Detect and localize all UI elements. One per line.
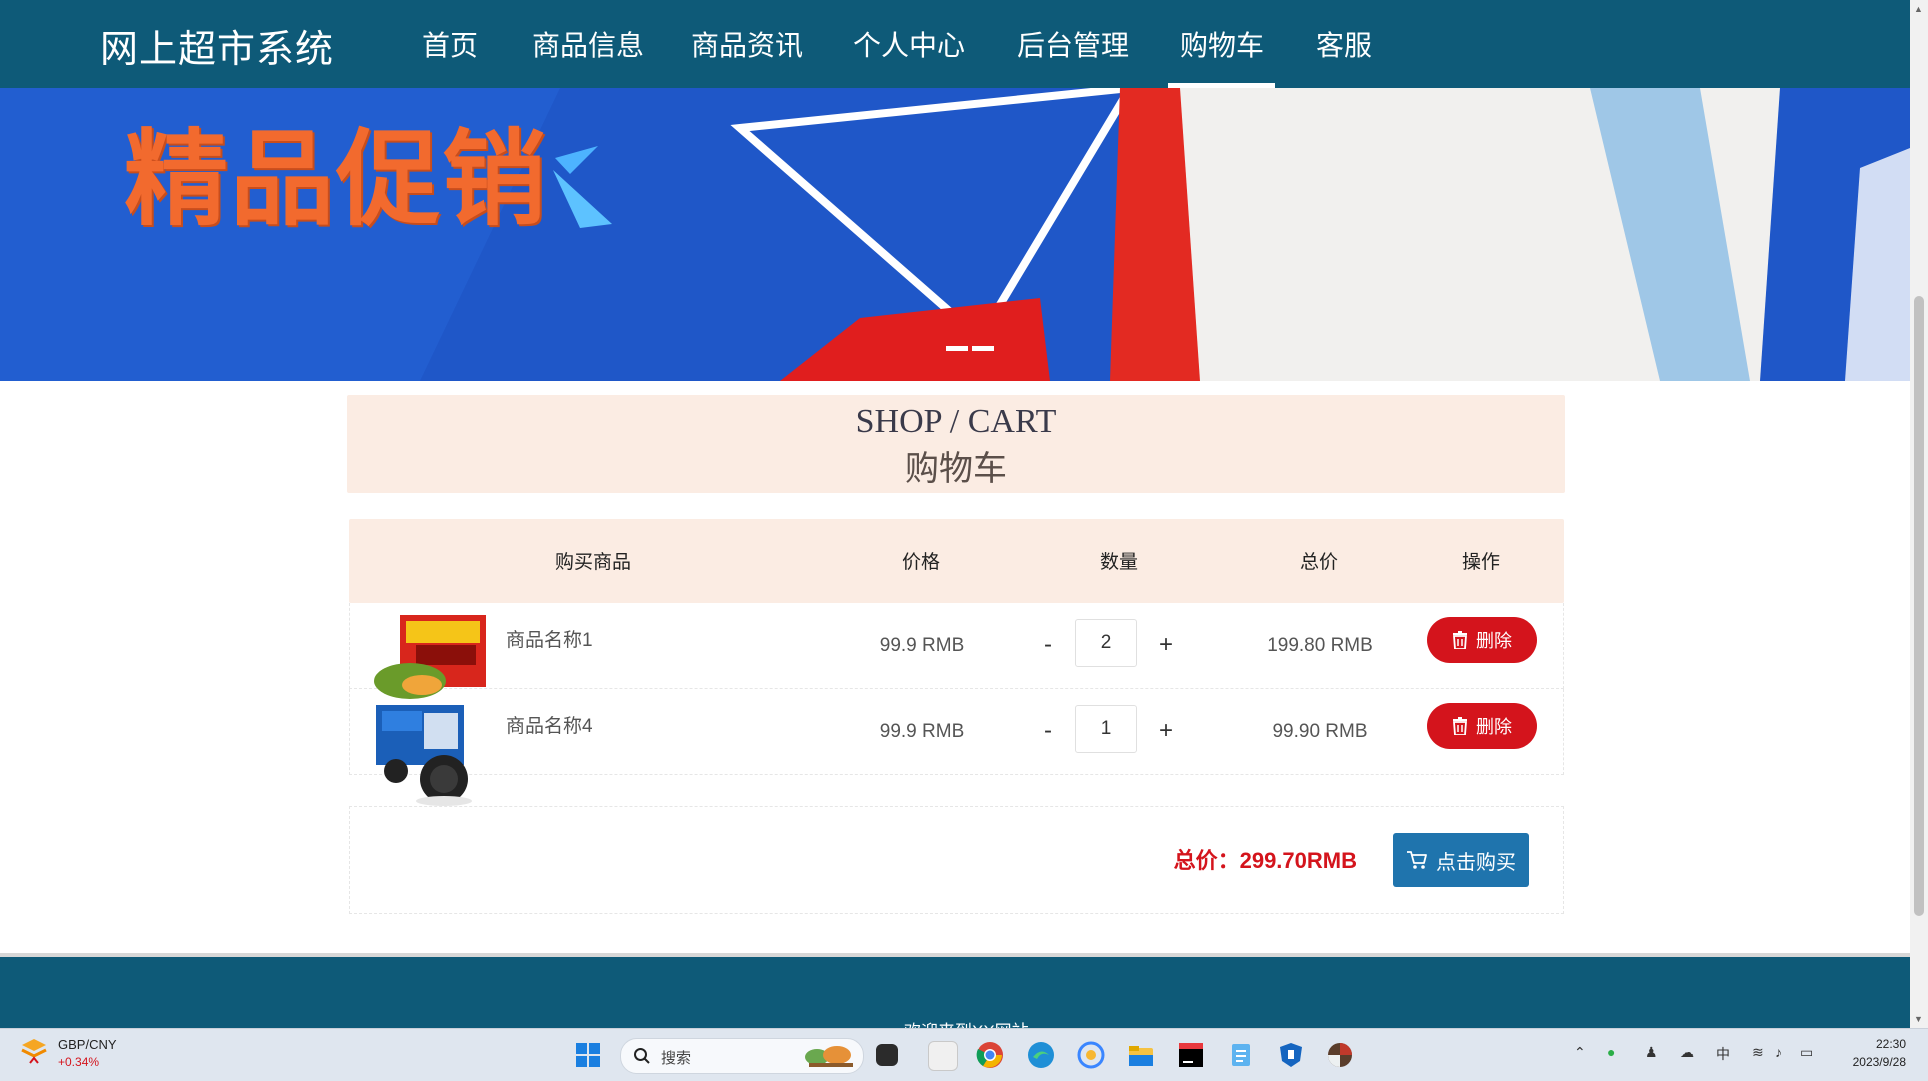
ticker-symbol: GBP/CNY <box>58 1037 117 1052</box>
cart-summary: 总价：299.70RMB 点击购买 <box>349 806 1564 914</box>
stock-widget[interactable]: GBP/CNY +0.34% <box>20 1037 117 1072</box>
input-method-icon[interactable]: 中 <box>1716 1044 1730 1064</box>
scroll-up-icon[interactable]: ▲ <box>1914 4 1923 14</box>
widgets-app-icon[interactable] <box>928 1041 958 1071</box>
cart-section-header: SHOP / CART 购物车 <box>347 395 1565 493</box>
nav-item-service[interactable]: 客服 <box>1316 24 1372 64</box>
checkout-label: 点击购买 <box>1436 851 1516 874</box>
checkout-button[interactable]: 点击购买 <box>1393 833 1529 887</box>
col-action: 操作 <box>1461 552 1501 573</box>
system-clock[interactable]: 22:30 2023/9/28 <box>1853 1035 1906 1071</box>
qty-increase-button[interactable]: + <box>1159 631 1173 659</box>
unit-price: 99.9 RMB <box>879 635 965 656</box>
qq-tray-icon[interactable]: ♟ <box>1645 1044 1658 1061</box>
nav-item-home[interactable]: 首页 <box>422 24 478 64</box>
volume-icon[interactable]: ♪ <box>1775 1044 1782 1060</box>
battery-icon[interactable]: ▭ <box>1800 1044 1813 1061</box>
nav-item-profile[interactable]: 个人中心 <box>853 24 965 64</box>
start-menu-icon[interactable] <box>574 1041 602 1069</box>
scroll-down-icon[interactable]: ▼ <box>1914 1014 1923 1024</box>
qty-decrease-button[interactable]: - <box>1044 631 1052 659</box>
promo-banner[interactable]: 精品促销 <box>0 88 1910 381</box>
nav-item-cart[interactable]: 购物车 <box>1180 24 1264 64</box>
nav-item-products[interactable]: 商品信息 <box>532 24 644 64</box>
taskbar-search-input[interactable]: 搜索 <box>620 1038 864 1074</box>
task-view-icon[interactable] <box>876 1044 898 1066</box>
slide-dot-1[interactable] <box>946 346 968 351</box>
clock-date: 2023/9/28 <box>1852 1055 1906 1069</box>
clock-time: 22:30 <box>1875 1037 1906 1051</box>
cart-icon <box>1407 851 1427 869</box>
slide-dot-2[interactable] <box>972 346 994 351</box>
edge-icon[interactable] <box>1027 1041 1055 1069</box>
qty-input[interactable]: 1 <box>1075 705 1137 753</box>
cart-table-header: 购买商品 价格 数量 总价 操作 <box>349 519 1564 603</box>
file-explorer-icon[interactable] <box>1127 1041 1155 1069</box>
col-product: 购买商品 <box>554 552 632 573</box>
qty-input[interactable]: 2 <box>1075 619 1137 667</box>
stock-widget-icon <box>21 1039 47 1064</box>
col-qty: 数量 <box>1099 552 1139 573</box>
show-hidden-icons-icon[interactable]: ⌃ <box>1574 1044 1586 1061</box>
product-thumbnail[interactable] <box>372 701 490 807</box>
page-scrollbar[interactable]: ▲ ▼ <box>1910 0 1928 1028</box>
delete-button[interactable]: 删除 <box>1427 617 1537 663</box>
delete-label: 删除 <box>1476 717 1512 737</box>
trash-icon <box>1453 631 1467 649</box>
table-row: 商品名称1 99.9 RMB - 2 + 199.80 RMB 删除 <box>349 603 1564 699</box>
site-footer: 欢迎来到XX网站 <box>0 953 1910 1041</box>
scroll-thumb[interactable] <box>1914 296 1924 916</box>
col-price: 价格 <box>901 552 941 573</box>
browser-alt-icon[interactable] <box>1077 1041 1105 1069</box>
unit-price: 99.9 RMB <box>879 721 965 742</box>
row-subtotal: 99.90 RMB <box>1272 721 1368 742</box>
banner-title: 精品促销 <box>124 122 549 238</box>
cart-total: 总价：299.70RMB <box>1173 848 1357 873</box>
ticker-change: +0.34% <box>58 1055 100 1069</box>
qty-decrease-button[interactable]: - <box>1044 717 1052 745</box>
search-placeholder: 搜索 <box>661 1050 692 1067</box>
wechat-tray-icon[interactable]: ● <box>1607 1044 1615 1060</box>
wifi-icon[interactable]: ≋ <box>1752 1044 1764 1061</box>
cart-title-cn: 购物车 <box>905 451 1007 488</box>
cart-title-en: SHOP / CART <box>855 403 1057 440</box>
onedrive-tray-icon[interactable]: ☁ <box>1680 1044 1694 1061</box>
table-row: 商品名称4 99.9 RMB - 1 + 99.90 RMB 删除 <box>349 689 1564 806</box>
windows-taskbar: GBP/CNY +0.34% 搜索 ⌃ ● ♟ ☁ 中 ≋ ♪ ▭ 22:30 … <box>0 1028 1928 1081</box>
nav-item-news[interactable]: 商品资讯 <box>691 24 803 64</box>
top-nav: 网上超市系统 首页 商品信息 商品资讯 个人中心 后台管理 购物车 客服 <box>0 0 1910 88</box>
notepad-icon[interactable] <box>1227 1041 1255 1069</box>
delete-label: 删除 <box>1476 631 1512 651</box>
nav-item-admin[interactable]: 后台管理 <box>1017 24 1129 64</box>
search-icon <box>634 1048 650 1064</box>
col-subtotal: 总价 <box>1299 552 1339 573</box>
trash-icon <box>1453 717 1467 735</box>
jetbrains-ide-icon[interactable] <box>1177 1041 1205 1069</box>
chrome-icon[interactable] <box>976 1041 1004 1069</box>
delete-button[interactable]: 删除 <box>1427 703 1537 749</box>
product-name[interactable]: 商品名称1 <box>506 625 593 652</box>
qty-increase-button[interactable]: + <box>1159 717 1173 745</box>
row-subtotal: 199.80 RMB <box>1267 635 1373 656</box>
product-name[interactable]: 商品名称4 <box>506 711 593 738</box>
search-highlight-icon <box>805 1046 853 1067</box>
game-app-icon[interactable] <box>1326 1041 1354 1069</box>
shield-app-icon[interactable] <box>1277 1041 1305 1069</box>
site-brand[interactable]: 网上超市系统 <box>100 18 334 73</box>
